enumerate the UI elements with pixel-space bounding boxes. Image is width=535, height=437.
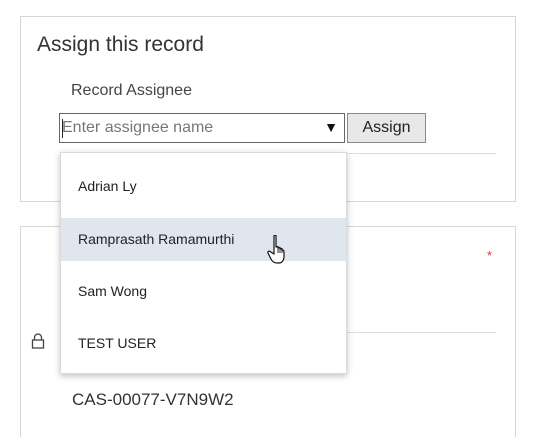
- record-assignee-label: Record Assignee: [71, 82, 192, 99]
- mouse-pointer-icon: [267, 235, 285, 264]
- dropdown-option-hovered[interactable]: Ramprasath Ramamurthi: [61, 218, 346, 261]
- dropdown-arrow-icon[interactable]: ▼: [324, 119, 338, 135]
- assignee-lookup[interactable]: ▼: [59, 113, 345, 143]
- required-marker: *: [487, 248, 493, 263]
- assignee-input[interactable]: [62, 114, 312, 142]
- case-number: CAS-00077-V7N9W2: [72, 390, 234, 409]
- dropdown-option[interactable]: Sam Wong: [61, 270, 346, 313]
- lock-icon: [31, 333, 45, 349]
- dropdown-option[interactable]: Adrian Ly: [61, 165, 346, 208]
- dropdown-option[interactable]: TEST USER: [61, 322, 346, 365]
- assign-button[interactable]: Assign: [347, 113, 426, 143]
- text-caret: [62, 119, 63, 138]
- assignee-dropdown: Adrian Ly Ramprasath Ramamurthi Sam Wong…: [60, 152, 347, 374]
- assign-title: Assign this record: [37, 33, 204, 56]
